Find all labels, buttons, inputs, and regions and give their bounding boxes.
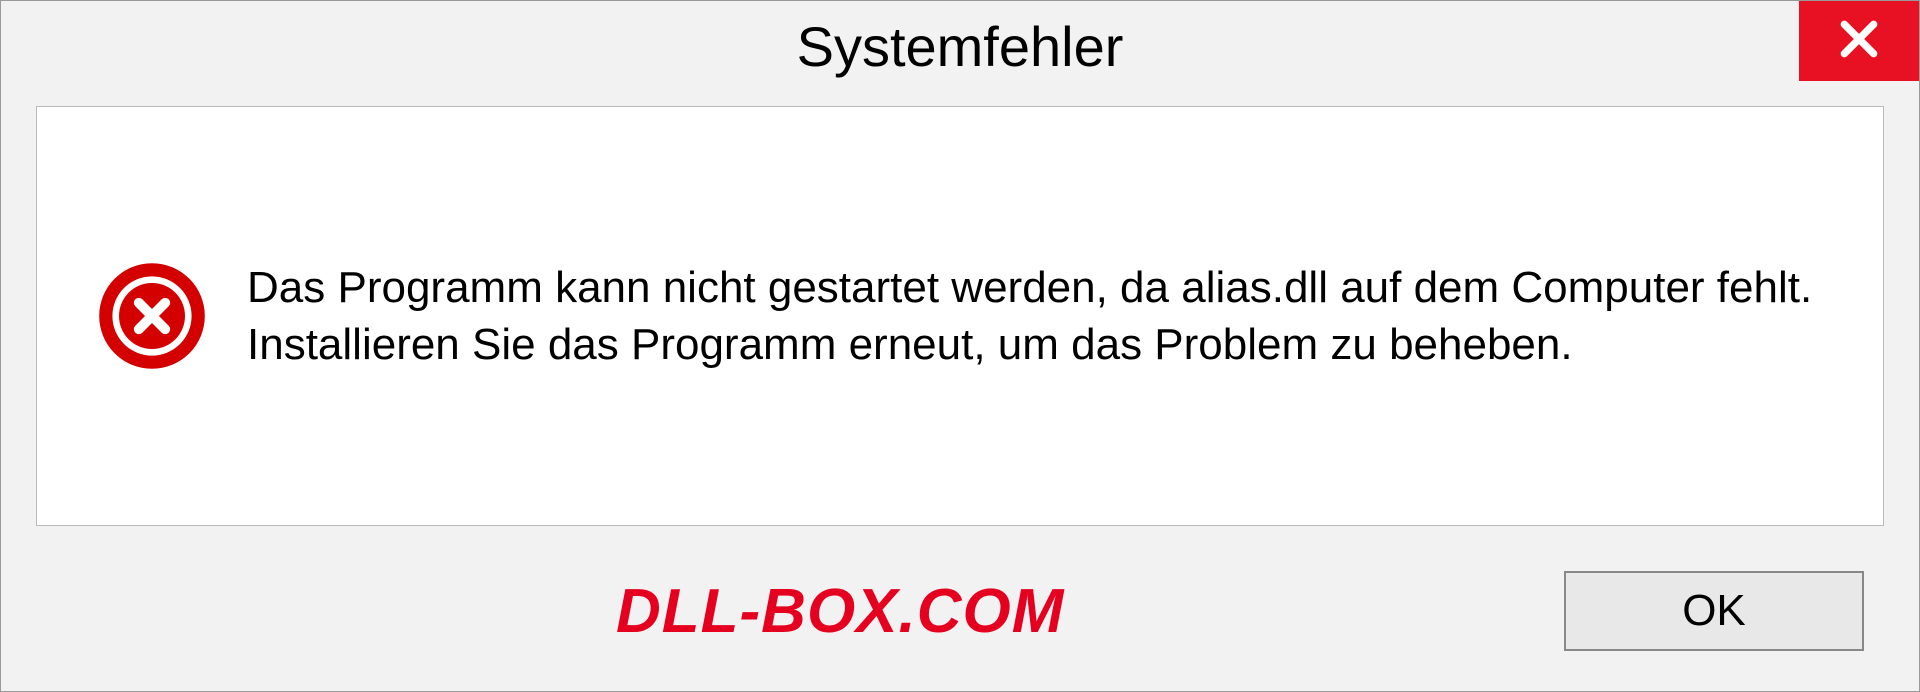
titlebar: Systemfehler [1, 1, 1919, 91]
content-panel: Das Programm kann nicht gestartet werden… [36, 106, 1884, 526]
watermark-text: DLL-BOX.COM [616, 576, 1064, 647]
close-icon [1837, 17, 1881, 66]
error-dialog: Systemfehler Das Programm kann nicht ges… [0, 0, 1920, 692]
dialog-title: Systemfehler [797, 14, 1124, 79]
ok-button-label: OK [1682, 586, 1746, 636]
dialog-footer: DLL-BOX.COM OK [1, 551, 1919, 691]
ok-button[interactable]: OK [1564, 571, 1864, 651]
error-message: Das Programm kann nicht gestartet werden… [247, 259, 1823, 373]
close-button[interactable] [1799, 1, 1919, 81]
error-icon [97, 261, 207, 371]
